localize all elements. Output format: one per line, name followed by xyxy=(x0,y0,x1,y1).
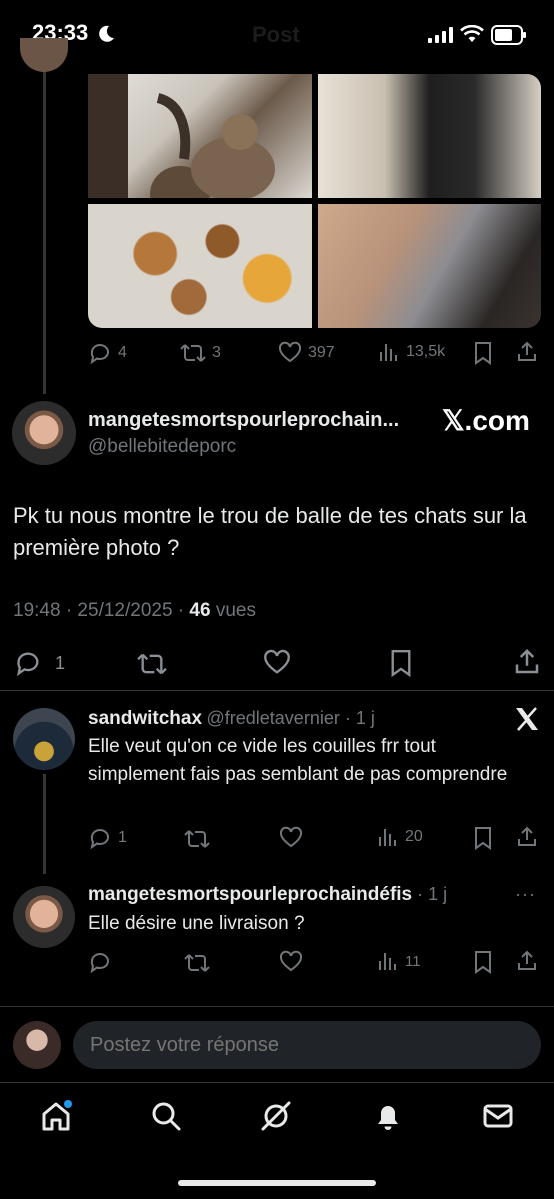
bookmark-icon[interactable] xyxy=(472,341,494,365)
main-avatar[interactable] xyxy=(12,401,76,465)
share-icon[interactable] xyxy=(512,647,542,677)
reply-author-handle[interactable]: · 1 j xyxy=(412,884,447,904)
main-author-name[interactable]: mangetesmortspourleprochain... xyxy=(88,409,399,432)
heart-icon[interactable] xyxy=(262,649,292,677)
x-logo-icon xyxy=(516,707,538,731)
heart-icon[interactable] xyxy=(279,950,303,974)
reply-text: Elle veut qu'on ce vide les couilles frr… xyxy=(88,736,508,785)
page-title: Post xyxy=(252,22,300,47)
signal-icon xyxy=(428,27,453,43)
views-icon xyxy=(380,344,397,361)
reply-author-name[interactable]: mangetesmortspourleprochaindéfis xyxy=(88,884,412,905)
like-button[interactable]: 397 xyxy=(278,341,335,365)
retweet-button[interactable]: 3 xyxy=(180,341,221,365)
more-options-icon[interactable]: ··· xyxy=(515,884,536,905)
mail-icon xyxy=(483,1104,513,1128)
reply-avatar[interactable] xyxy=(13,886,75,948)
nav-messages[interactable] xyxy=(478,1096,518,1136)
reply-avatar[interactable] xyxy=(13,708,75,770)
composer-avatar xyxy=(13,1021,61,1069)
thread-line xyxy=(43,72,46,394)
thread-line xyxy=(43,774,46,874)
main-tweet-text: Pk tu nous montre le trou de balle de te… xyxy=(13,503,527,560)
photo-curtain[interactable] xyxy=(318,74,541,198)
retweet-icon xyxy=(180,344,206,362)
reply-count: 1 xyxy=(118,829,127,846)
main-tweet-views-label: vues xyxy=(210,600,256,621)
reply-count: 4 xyxy=(118,344,127,361)
wifi-icon xyxy=(460,25,484,42)
nav-notifications[interactable] xyxy=(368,1096,408,1136)
nav-grok[interactable] xyxy=(256,1096,296,1136)
bell-icon xyxy=(378,1106,398,1130)
reply-icon xyxy=(90,829,109,850)
share-icon[interactable] xyxy=(515,949,539,973)
views-count: 11 xyxy=(405,952,421,970)
views-button[interactable]: 13,5k xyxy=(378,341,445,363)
reply-icon xyxy=(90,344,109,365)
retweet-icon[interactable] xyxy=(136,650,168,678)
divider xyxy=(0,1006,554,1007)
photo-food[interactable] xyxy=(88,204,312,328)
nav-home[interactable] xyxy=(36,1096,76,1136)
main-author-handle[interactable]: @bellebitedeporc xyxy=(88,436,236,458)
moon-icon xyxy=(99,25,114,42)
share-icon[interactable] xyxy=(515,825,539,849)
share-icon[interactable] xyxy=(515,340,539,364)
nav-search[interactable] xyxy=(146,1096,186,1136)
retweet-icon[interactable] xyxy=(184,951,210,975)
like-count: 397 xyxy=(308,344,335,361)
views-count: 20 xyxy=(405,828,423,845)
reply-icon[interactable] xyxy=(88,950,112,974)
bookmark-icon[interactable] xyxy=(388,648,414,678)
views-button[interactable]: 20 xyxy=(377,826,423,848)
parent-avatar[interactable] xyxy=(20,38,68,72)
photo-cats[interactable] xyxy=(88,74,312,198)
main-tweet-meta: 19:48 · 25/12/2025 · 46 vues xyxy=(13,600,256,622)
home-icon xyxy=(42,1100,72,1131)
reply-text: Elle désire une livraison ? xyxy=(88,913,305,934)
views-button[interactable]: 11 xyxy=(377,950,421,972)
main-tweet-views-count: 46 xyxy=(189,600,211,621)
photo-floor[interactable] xyxy=(318,204,541,328)
heart-icon xyxy=(278,341,302,363)
reply-author-name[interactable]: sandwitchax xyxy=(88,708,202,729)
main-reply-count: 1 xyxy=(55,652,66,673)
reply-header: mangetesmortspourleprochaindéfis · 1 j xyxy=(88,884,447,906)
heart-icon[interactable] xyxy=(279,826,303,850)
reply-composer-input[interactable] xyxy=(73,1021,541,1069)
reply-header: sandwitchax @fredletavernier · 1 j xyxy=(88,708,375,730)
retweet-count: 3 xyxy=(212,344,221,361)
bookmark-icon[interactable] xyxy=(472,826,494,850)
reply-button[interactable]: 1 xyxy=(88,826,127,850)
xcom-watermark: 𝕏.com xyxy=(442,405,530,436)
views-icon xyxy=(379,829,396,846)
reply-author-handle[interactable]: @fredletavernier · 1 j xyxy=(207,708,375,728)
bookmark-icon[interactable] xyxy=(472,950,494,974)
main-reply-button[interactable]: 1 xyxy=(13,649,65,677)
home-indicator xyxy=(178,1180,376,1186)
search-icon xyxy=(152,1102,181,1131)
main-tweet-time: 19:48 · 25/12/2025 · xyxy=(13,600,190,621)
grok-icon xyxy=(261,1101,291,1131)
retweet-icon[interactable] xyxy=(184,827,210,851)
views-icon xyxy=(379,953,396,970)
divider xyxy=(0,690,554,691)
reply-icon xyxy=(16,652,39,677)
battery-icon xyxy=(491,25,526,45)
reply-button[interactable]: 4 xyxy=(88,341,127,365)
views-count: 13,5k xyxy=(406,343,446,360)
